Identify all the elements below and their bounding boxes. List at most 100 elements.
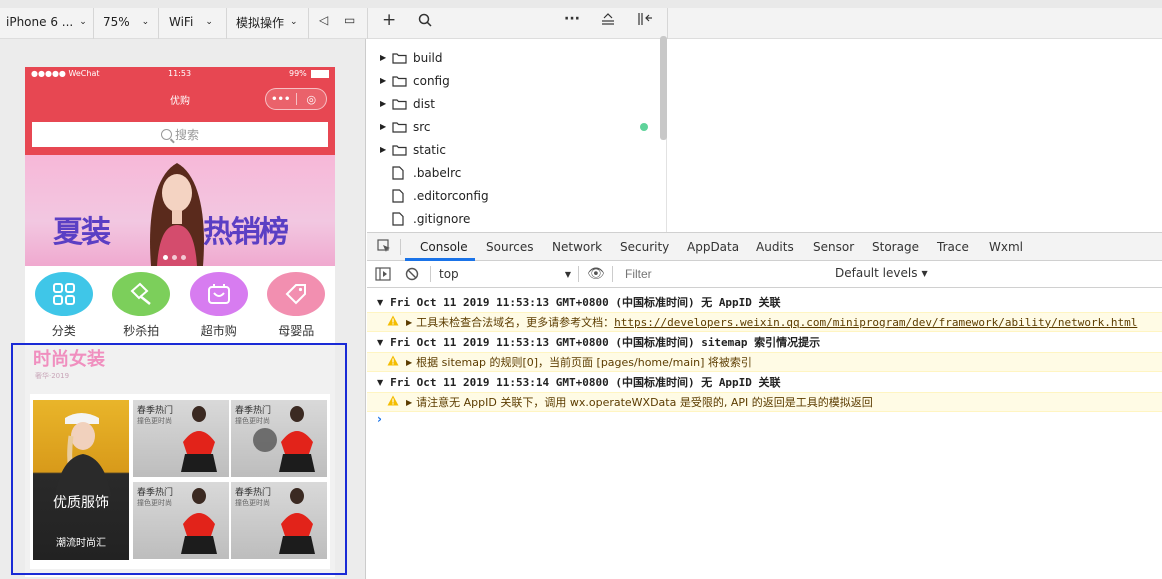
file-icon <box>392 211 410 226</box>
chevron-down-icon: ⌄ <box>141 17 150 27</box>
levels-label: Default levels <box>835 266 918 280</box>
split-icon[interactable] <box>637 12 653 30</box>
divider <box>430 266 431 282</box>
capsule-menu[interactable]: ••• ◎ <box>265 88 327 110</box>
devtools-tabs: Console Sources Network Security AppData… <box>367 233 1162 261</box>
filter-input[interactable] <box>617 264 827 284</box>
tab-network[interactable]: Network <box>552 240 602 254</box>
more-icon[interactable]: ••• <box>266 94 296 105</box>
tab-console[interactable]: Console <box>420 240 468 254</box>
nav-bar: 优购 ••• ◎ <box>25 82 335 116</box>
simulate-select[interactable]: 模拟操作 ⌄ <box>236 12 298 32</box>
context-select[interactable]: top ▼ <box>435 264 575 284</box>
category-item-2[interactable]: 超市购 <box>188 272 250 338</box>
tree-item-static[interactable]: ▶ static <box>367 138 657 161</box>
battery-icon <box>311 70 329 78</box>
tree-item-label: .babelrc <box>413 165 462 180</box>
tab-storage[interactable]: Storage <box>872 240 919 254</box>
console-toolbar: top ▼ 👁 Default levels ▼ <box>367 261 1162 288</box>
divider <box>400 239 401 255</box>
more-icon[interactable]: ··· <box>564 11 580 27</box>
git-modified-dot <box>640 123 648 131</box>
battery-label: 99% <box>289 69 307 78</box>
device-label: iPhone 6 ... <box>6 15 74 29</box>
category-item-0[interactable]: 分类 <box>33 272 95 338</box>
network-label: WiFi <box>169 15 194 29</box>
console-group[interactable]: ▼ Fri Oct 11 2019 11:53:13 GMT+0800 (中国标… <box>367 332 1162 352</box>
top-toolbar: iPhone 6 ... ⌄ 75% ⌄ WiFi ⌄ 模拟操作 ⌄ ◁ ▭ +… <box>0 0 1162 39</box>
levels-select[interactable]: Default levels ▼ <box>835 266 928 280</box>
tree-item-babelrc[interactable]: ▶ .babelrc <box>367 161 657 184</box>
divider <box>612 266 613 282</box>
group-title: Fri Oct 11 2019 11:53:14 GMT+0800 (中国标准时… <box>390 376 781 389</box>
sidebar-toggle-icon[interactable] <box>375 267 391 284</box>
warning-icon <box>387 355 399 369</box>
folder-icon <box>392 121 410 133</box>
banner-swiper[interactable]: 夏装 热销榜 <box>25 155 335 266</box>
console-warning[interactable]: ▶ 请注意无 AppID 关联下，调用 wx.operateWXData 是受限… <box>367 392 1162 412</box>
tab-audits[interactable]: Audits <box>756 240 794 254</box>
file-icon <box>392 165 410 180</box>
search-icon <box>160 129 172 140</box>
tree-item-label: src <box>413 119 431 134</box>
console-group[interactable]: ▼ Fri Oct 11 2019 11:53:14 GMT+0800 (中国标… <box>367 372 1162 392</box>
caret-right-icon: ▶ <box>406 317 413 327</box>
hammer-icon <box>130 282 152 305</box>
collapse-icon[interactable] <box>601 12 615 30</box>
category-ball <box>267 272 326 316</box>
warning-icon <box>387 395 399 409</box>
tab-sources[interactable]: Sources <box>486 240 533 254</box>
inspect-icon[interactable] <box>377 239 391 256</box>
tab-sensor[interactable]: Sensor <box>813 240 854 254</box>
divider <box>93 8 94 39</box>
caret-down-icon: ▼ <box>921 268 928 278</box>
mute-icon[interactable]: ◁ <box>319 13 328 27</box>
add-icon[interactable]: + <box>382 10 396 30</box>
caret-right-icon: ▶ <box>380 122 387 131</box>
tab-wxml[interactable]: Wxml <box>989 240 1023 254</box>
tag-icon <box>285 284 307 305</box>
device-select[interactable]: iPhone 6 ... ⌄ <box>6 12 87 32</box>
caret-right-icon: ▶ <box>380 76 387 85</box>
tab-appdata[interactable]: AppData <box>687 240 739 254</box>
window-icon[interactable]: ▭ <box>344 13 355 27</box>
zoom-select[interactable]: 75% ⌄ <box>103 12 149 32</box>
file-tree: ▶ build ▶ config ▶ dist ▶ src ▶ static ▶… <box>367 39 667 232</box>
tree-item-config[interactable]: ▶ config <box>367 69 657 92</box>
banner-text-right: 热销榜 <box>203 215 289 250</box>
tab-trace[interactable]: Trace <box>937 240 969 254</box>
tree-item-build[interactable]: ▶ build <box>367 46 657 69</box>
tree-item-gitignore[interactable]: ▶ .gitignore <box>367 207 657 230</box>
console-prompt[interactable]: › <box>377 412 382 426</box>
tab-security[interactable]: Security <box>620 240 669 254</box>
network-select[interactable]: WiFi ⌄ <box>169 12 213 32</box>
tree-item-label: config <box>413 73 450 88</box>
search-bar: 搜索 <box>25 116 335 155</box>
category-label: 分类 <box>51 324 76 338</box>
category-item-1[interactable]: 秒杀拍 <box>110 272 172 338</box>
console-warning[interactable]: ▶ 工具未检查合法域名，更多请参考文档： https://developers.… <box>367 312 1162 332</box>
search-icon[interactable] <box>418 13 432 31</box>
scrollbar[interactable] <box>660 36 667 140</box>
caret-right-icon: ▶ <box>380 99 387 108</box>
category-nav: 分类 秒杀拍 超市购 母婴品 <box>25 266 335 338</box>
doc-link[interactable]: https://developers.weixin.qq.com/minipro… <box>614 316 1137 329</box>
tree-item-dist[interactable]: ▶ dist <box>367 92 657 115</box>
close-circle-icon[interactable]: ◎ <box>297 93 327 106</box>
store-icon <box>207 284 230 304</box>
tree-item-editorconfig[interactable]: ▶ .editorconfig <box>367 184 657 207</box>
tree-item-label: .editorconfig <box>413 188 489 203</box>
devtools-panel: Console Sources Network Security AppData… <box>367 232 1162 579</box>
caret-down-icon: ▼ <box>564 269 571 279</box>
category-item-3[interactable]: 母婴品 <box>265 272 327 338</box>
console-warning[interactable]: ▶ 根据 sitemap 的规则[0]，当前页面 [pages/home/mai… <box>367 352 1162 372</box>
banner-text-left: 夏装 <box>53 215 111 250</box>
divider <box>226 8 227 39</box>
tree-item-src[interactable]: ▶ src <box>367 115 657 138</box>
caret-right-icon: ▶ <box>380 53 387 62</box>
context-label: top <box>439 267 459 281</box>
eye-icon[interactable]: 👁 <box>587 266 605 282</box>
search-input[interactable]: 搜索 <box>32 122 328 147</box>
clear-console-icon[interactable] <box>405 267 419 284</box>
console-group[interactable]: ▼ Fri Oct 11 2019 11:53:13 GMT+0800 (中国标… <box>367 292 1162 312</box>
